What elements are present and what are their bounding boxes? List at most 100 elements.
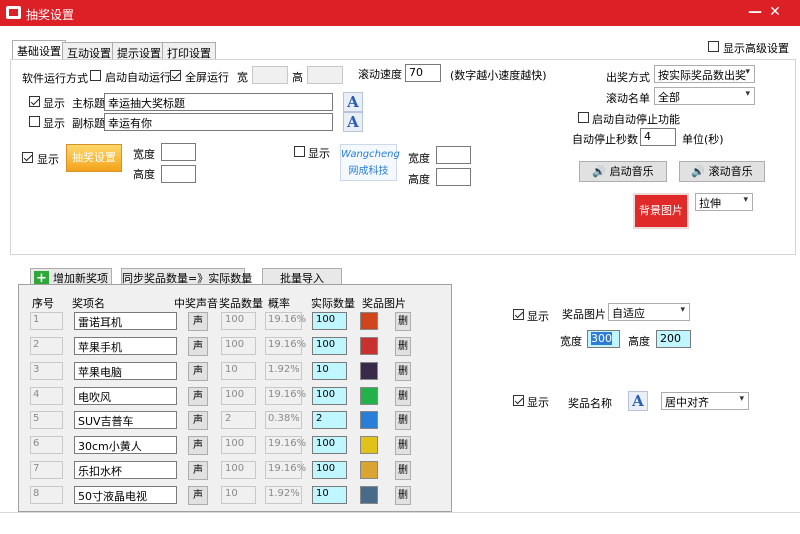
tab-interaction[interactable]: 互动设置 xyxy=(62,42,116,60)
scroll-music-button[interactable]: 🔊 滚动音乐 xyxy=(679,161,765,182)
prize-name-checkbox[interactable] xyxy=(513,395,524,406)
row-delete-button[interactable]: 删 xyxy=(395,337,411,356)
row-probability: 19.16% xyxy=(265,312,306,330)
main-title-input[interactable]: 幸运抽大奖标题 xyxy=(104,93,333,111)
tab-basic[interactable]: 基础设置 xyxy=(12,40,66,60)
row-quantity: 10 xyxy=(221,362,256,380)
row-prize-image[interactable] xyxy=(360,337,378,355)
row-delete-button[interactable]: 删 xyxy=(395,461,411,480)
prize-mode-select[interactable]: 按实际奖品数出奖 ▾ xyxy=(654,65,755,83)
screen-width-input[interactable] xyxy=(252,66,288,84)
prize-image-width-input[interactable]: 300 xyxy=(587,330,620,348)
auto-stop-seconds-label: 自动停止秒数 xyxy=(572,133,638,146)
scroll-list-select[interactable]: 全部 ▾ xyxy=(654,87,755,105)
row-sound-button[interactable]: 声 xyxy=(188,461,208,480)
row-name-input[interactable]: 乐扣水杯 xyxy=(74,461,177,479)
row-number: 8 xyxy=(30,486,63,504)
scroll-speed-input[interactable]: 70 xyxy=(405,64,441,82)
main-title-checkbox[interactable] xyxy=(29,96,40,107)
row-sound-button[interactable]: 声 xyxy=(188,362,208,381)
prize-image-checkbox[interactable] xyxy=(513,309,524,320)
logo-left-image[interactable]: 抽奖设置 xyxy=(66,144,122,172)
start-music-label: 启动音乐 xyxy=(609,165,654,178)
row-prize-image[interactable] xyxy=(360,436,378,454)
row-delete-button[interactable]: 删 xyxy=(395,436,411,455)
header-no: 序号 xyxy=(32,297,54,310)
row-real-quantity-input[interactable]: 100 xyxy=(312,312,347,330)
auto-stop-checkbox[interactable] xyxy=(578,112,589,123)
screen-height-input[interactable] xyxy=(307,66,343,84)
prize-image-show-label: 显示 xyxy=(527,310,549,323)
row-sound-button[interactable]: 声 xyxy=(188,312,208,331)
logo-right-height-input[interactable] xyxy=(436,168,471,186)
row-real-quantity-input[interactable]: 100 xyxy=(312,337,347,355)
logo-left-width-label: 宽度 xyxy=(133,148,155,161)
row-sound-button[interactable]: 声 xyxy=(188,387,208,406)
logo-right-image[interactable]: Wangcheng 网成科技 xyxy=(340,144,400,181)
row-name-input[interactable]: SUV吉普车 xyxy=(74,411,177,429)
row-quantity: 2 xyxy=(221,411,256,429)
row-sound-button[interactable]: 声 xyxy=(188,436,208,455)
prize-name-align-select[interactable]: 居中对齐 ▾ xyxy=(661,392,749,410)
show-advanced-checkbox[interactable] xyxy=(708,41,719,52)
sub-title-checkbox[interactable] xyxy=(29,116,40,127)
row-delete-button[interactable]: 删 xyxy=(395,362,411,381)
row-name-input[interactable]: 雷诺耳机 xyxy=(74,312,177,330)
auto-stop-seconds-input[interactable]: 4 xyxy=(640,128,676,146)
prize-image-select[interactable]: 自适应 ▾ xyxy=(608,303,690,321)
stretch-select[interactable]: 拉伸 ▾ xyxy=(695,193,753,211)
auto-run-checkbox[interactable] xyxy=(90,70,101,81)
tab-prompt[interactable]: 提示设置 xyxy=(112,42,166,60)
auto-stop-unit: 单位(秒) xyxy=(682,133,724,146)
row-prize-image[interactable] xyxy=(360,312,378,330)
prize-image-height-input[interactable]: 200 xyxy=(656,330,691,348)
row-name-input[interactable]: 苹果电脑 xyxy=(74,362,177,380)
start-music-button[interactable]: 🔊 启动音乐 xyxy=(579,161,667,182)
row-name-input[interactable]: 50寸液晶电视 xyxy=(74,486,177,504)
minimize-button[interactable]: — xyxy=(744,2,766,22)
prize-image-width-value: 300 xyxy=(591,332,612,345)
row-quantity: 10 xyxy=(221,486,256,504)
row-prize-image[interactable] xyxy=(360,362,378,380)
auto-run-label: 启动自动运行 xyxy=(105,71,171,84)
row-real-quantity-input[interactable]: 10 xyxy=(312,486,347,504)
row-delete-button[interactable]: 删 xyxy=(395,387,411,406)
close-button[interactable]: ✕ xyxy=(764,2,786,22)
row-real-quantity-input[interactable]: 2 xyxy=(312,411,347,429)
logo-left-width-input[interactable] xyxy=(161,143,196,161)
row-name-input[interactable]: 30cm小黄人 xyxy=(74,436,177,454)
chevron-down-icon: ▾ xyxy=(739,394,744,404)
row-prize-image[interactable] xyxy=(360,387,378,405)
logo-left-height-input[interactable] xyxy=(161,165,196,183)
row-delete-button[interactable]: 删 xyxy=(395,411,411,430)
main-title-font-button[interactable]: A xyxy=(343,92,363,112)
logo-right-width-input[interactable] xyxy=(436,146,471,164)
prize-name-font-button[interactable]: A xyxy=(628,391,648,411)
row-real-quantity-input[interactable]: 100 xyxy=(312,461,347,479)
chevron-down-icon: ▾ xyxy=(680,305,685,315)
background-image-button[interactable]: 背景图片 xyxy=(633,193,689,229)
logo-right-checkbox[interactable] xyxy=(294,146,305,157)
row-prize-image[interactable] xyxy=(360,486,378,504)
logo-left-checkbox[interactable] xyxy=(22,152,33,163)
row-probability: 19.16% xyxy=(265,387,306,405)
row-name-input[interactable]: 苹果手机 xyxy=(74,337,177,355)
sub-title-input[interactable]: 幸运有你 xyxy=(104,113,333,131)
row-prize-image[interactable] xyxy=(360,411,378,429)
row-real-quantity-input[interactable]: 100 xyxy=(312,387,347,405)
tab-print[interactable]: 打印设置 xyxy=(162,42,216,60)
row-prize-image[interactable] xyxy=(360,461,378,479)
row-sound-button[interactable]: 声 xyxy=(188,337,208,356)
sub-title-show-label: 显示 xyxy=(43,117,65,130)
fullscreen-checkbox[interactable] xyxy=(170,70,181,81)
sub-title-font-button[interactable]: A xyxy=(343,112,363,132)
row-delete-button[interactable]: 删 xyxy=(395,312,411,331)
row-real-quantity-input[interactable]: 10 xyxy=(312,362,347,380)
row-real-quantity-input[interactable]: 100 xyxy=(312,436,347,454)
header-real-quantity: 实际数量 xyxy=(311,297,355,310)
row-name-input[interactable]: 电吹风 xyxy=(74,387,177,405)
row-delete-button[interactable]: 删 xyxy=(395,486,411,505)
row-sound-button[interactable]: 声 xyxy=(188,411,208,430)
row-sound-button[interactable]: 声 xyxy=(188,486,208,505)
chevron-down-icon: ▾ xyxy=(745,89,750,99)
